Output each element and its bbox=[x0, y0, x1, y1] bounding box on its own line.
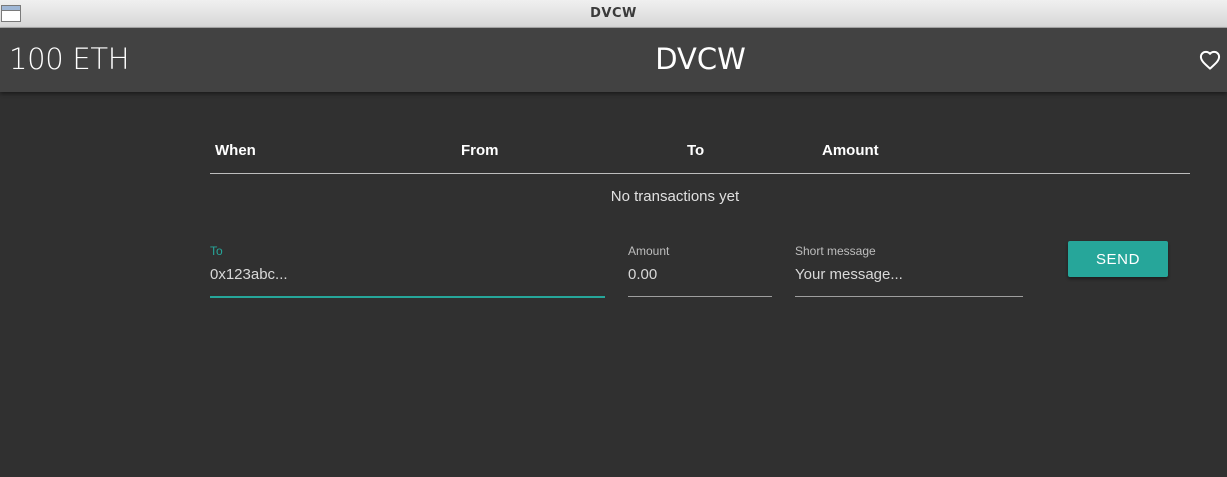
favorite-button[interactable] bbox=[1199, 50, 1221, 70]
amount-label: Amount bbox=[628, 244, 670, 258]
amount-underline bbox=[628, 296, 772, 297]
send-button[interactable]: SEND bbox=[1068, 241, 1168, 277]
app-bar: 100 ETH DVCW bbox=[0, 28, 1227, 92]
window-titlebar: DVCW bbox=[0, 0, 1227, 28]
column-header-to: To bbox=[687, 142, 705, 159]
amount-input[interactable] bbox=[628, 262, 772, 286]
app-title: DVCW bbox=[655, 42, 746, 76]
column-header-when: When bbox=[215, 142, 256, 159]
empty-transactions-message: No transactions yet bbox=[610, 188, 740, 205]
message-underline bbox=[795, 296, 1023, 297]
column-header-from: From bbox=[461, 142, 499, 159]
message-input[interactable] bbox=[795, 262, 1023, 286]
window-title: DVCW bbox=[590, 6, 637, 21]
table-header: When From To Amount bbox=[210, 130, 1190, 174]
transactions-table: When From To Amount No transactions yet bbox=[210, 130, 1190, 205]
message-label: Short message bbox=[795, 244, 876, 258]
to-address-input[interactable] bbox=[210, 262, 605, 286]
to-underline bbox=[210, 296, 605, 298]
to-label: To bbox=[210, 244, 223, 258]
heart-outline-icon bbox=[1199, 50, 1221, 70]
column-header-amount: Amount bbox=[822, 142, 879, 159]
app-title-container: DVCW bbox=[0, 42, 1227, 76]
